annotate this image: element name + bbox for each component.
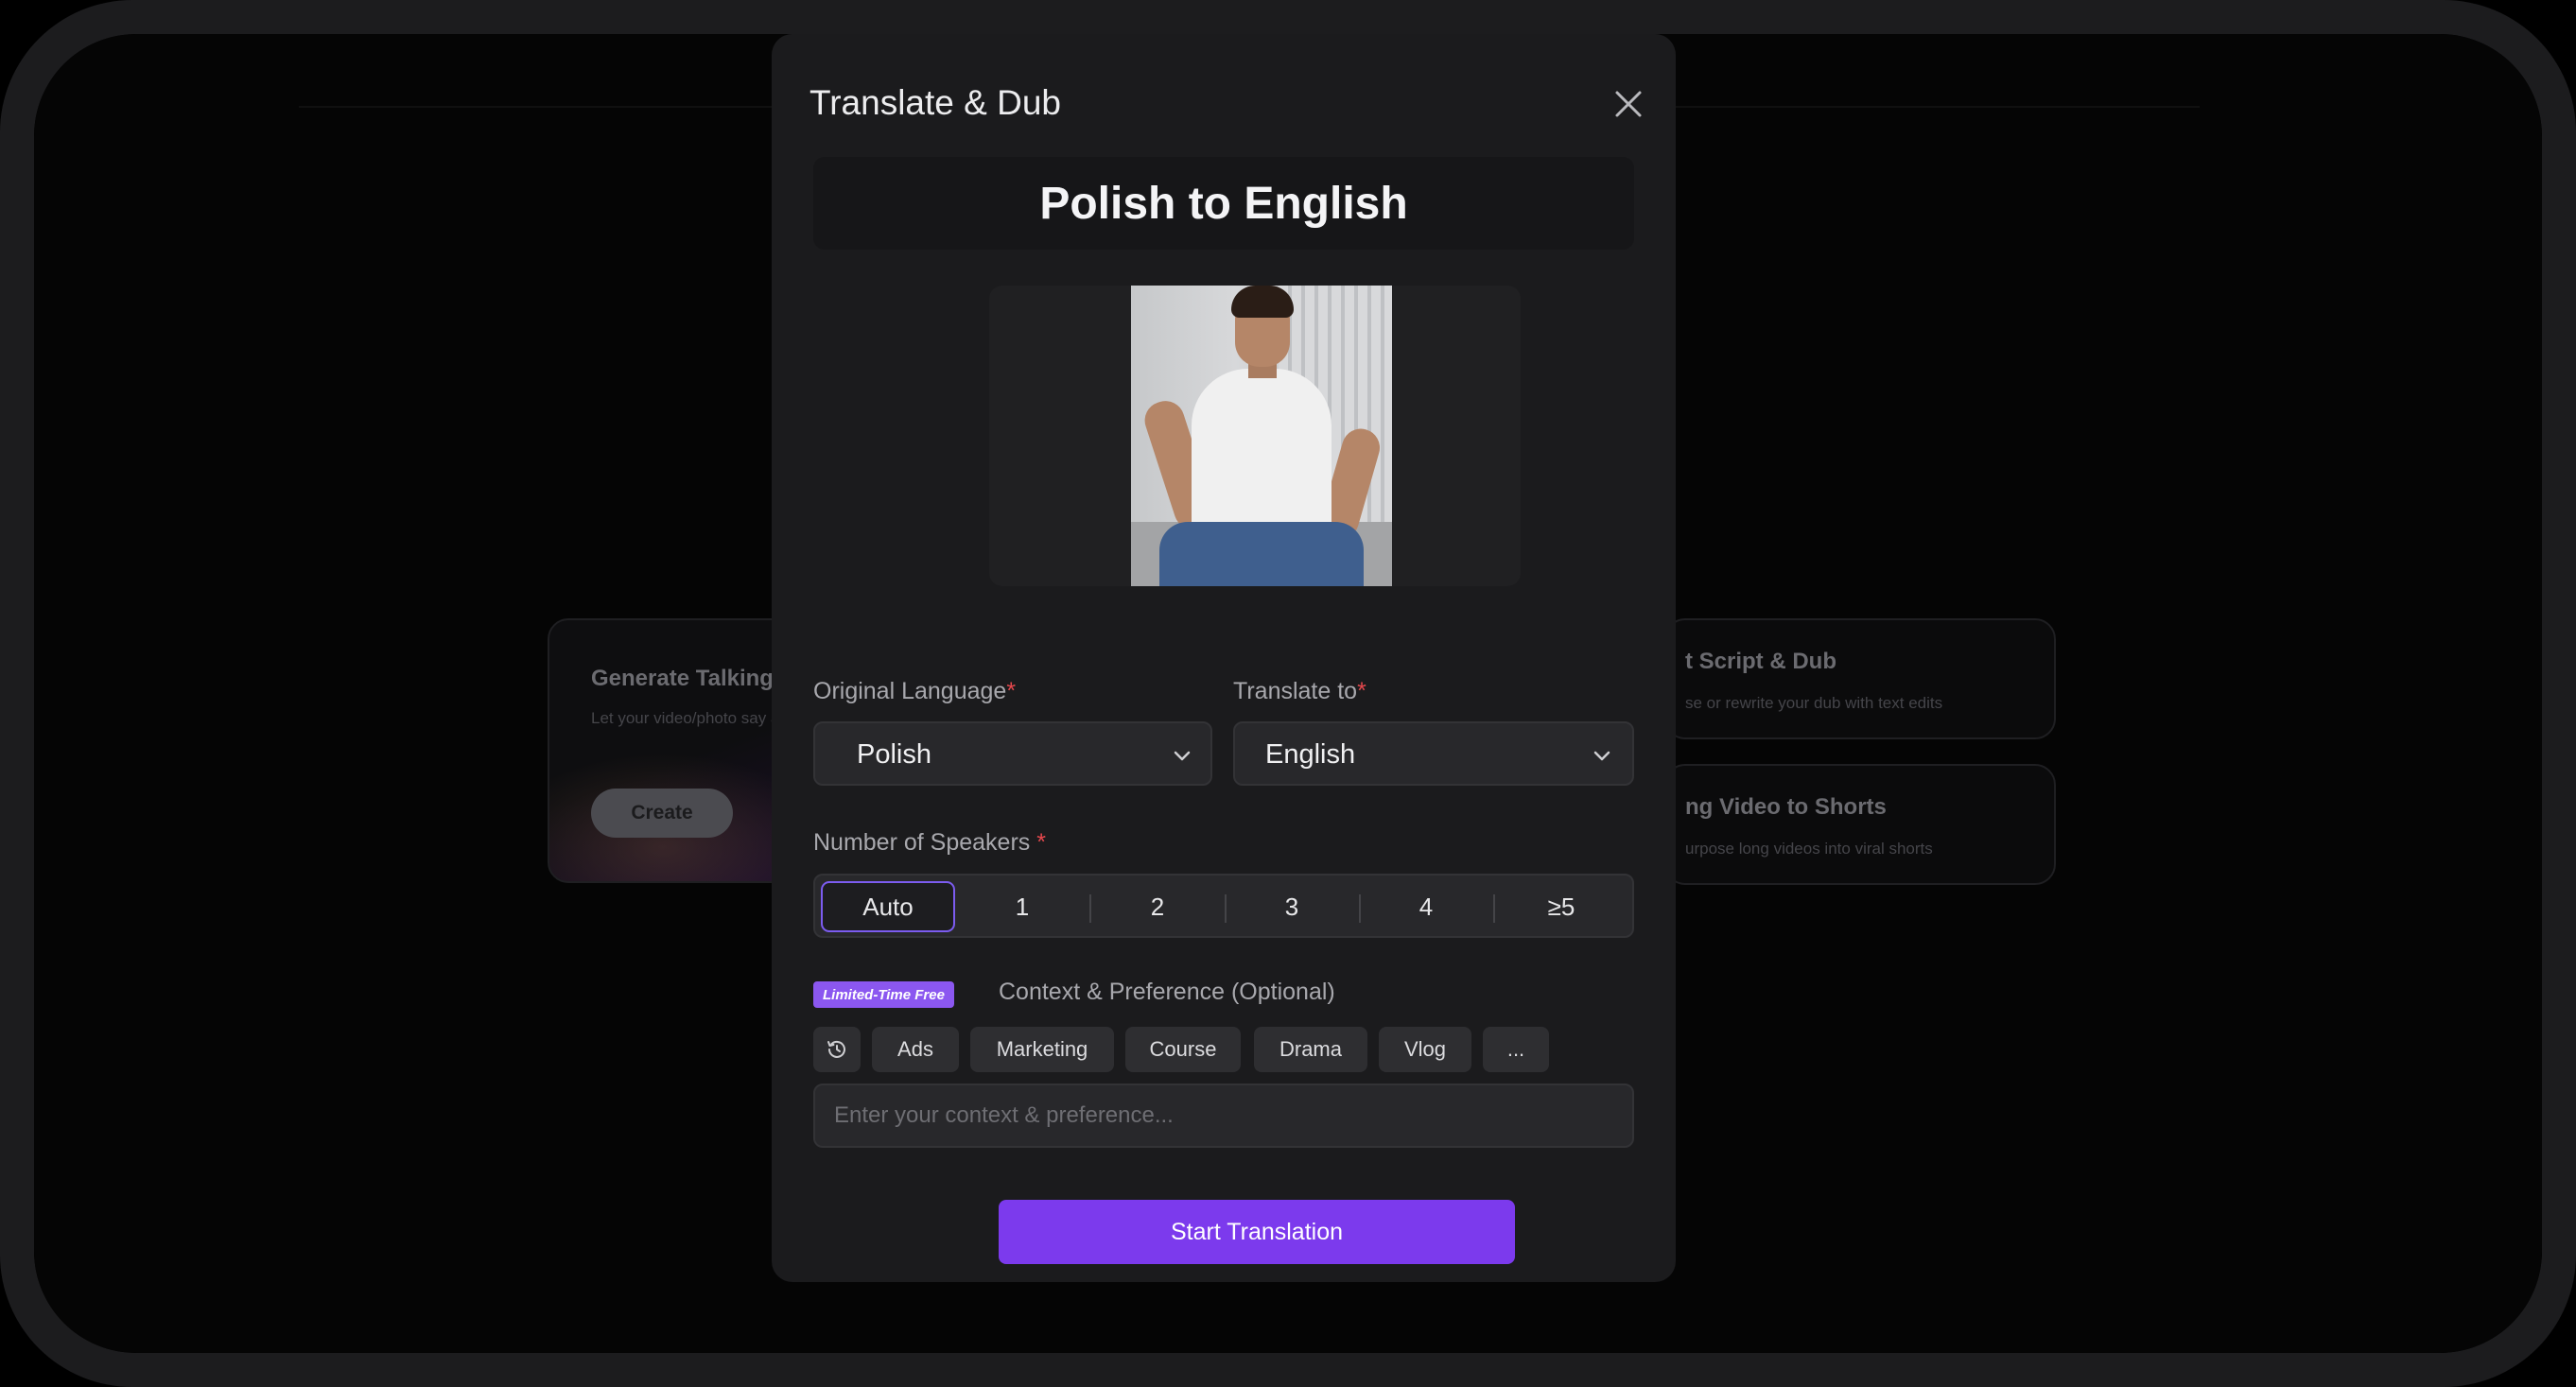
speaker-option-2[interactable]: 2	[1090, 881, 1225, 932]
preview-thumbnail	[1131, 286, 1392, 586]
context-label: Context & Preference (Optional)	[999, 979, 1335, 1005]
translate-to-select[interactable]: English	[1233, 721, 1634, 786]
speaker-option-5-plus[interactable]: ≥5	[1494, 881, 1628, 932]
original-language-value: Polish	[857, 739, 931, 770]
close-icon	[1615, 91, 1642, 117]
bg-card-script-dub[interactable]: t Script & Dub se or rewrite your dub wi…	[1664, 618, 2056, 739]
translate-to-label: Translate to*	[1233, 678, 1366, 704]
speaker-option-3[interactable]: 3	[1225, 881, 1359, 932]
chip-vlog[interactable]: Vlog	[1379, 1027, 1471, 1072]
original-language-select[interactable]: Polish	[813, 721, 1212, 786]
speaker-option-4[interactable]: 4	[1359, 881, 1493, 932]
language-pair-header: Polish to English	[813, 157, 1634, 250]
bg-card-title: ng Video to Shorts	[1685, 794, 1887, 820]
original-language-label: Original Language*	[813, 678, 1017, 704]
translate-to-value: English	[1265, 739, 1356, 770]
chip-more[interactable]: ...	[1483, 1027, 1549, 1072]
bg-card-video-to-shorts[interactable]: ng Video to Shorts urpose long videos in…	[1664, 764, 2056, 885]
bg-card-title: t Script & Dub	[1685, 649, 1836, 674]
language-pair-title: Polish to English	[1039, 178, 1408, 229]
chevron-down-icon	[1593, 751, 1610, 761]
create-button[interactable]: Create	[591, 789, 733, 838]
history-button[interactable]	[813, 1027, 861, 1072]
chevron-down-icon	[1174, 751, 1191, 761]
speakers-label: Number of Speakers *	[813, 829, 1046, 856]
bg-card-subtitle: Let your video/photo say an	[591, 709, 789, 727]
bg-card-subtitle: urpose long videos into viral shorts	[1685, 840, 1933, 858]
speaker-option-1[interactable]: 1	[955, 881, 1089, 932]
chip-drama[interactable]: Drama	[1254, 1027, 1367, 1072]
bg-card-title: Generate Talking Vi	[591, 666, 801, 691]
context-input[interactable]	[813, 1084, 1634, 1148]
translate-dub-modal: Translate & Dub Polish to English Origin…	[772, 34, 1676, 1282]
modal-title: Translate & Dub	[809, 83, 1061, 122]
history-icon	[827, 1040, 845, 1058]
speakers-selector: Auto 1 2 3 4 ≥5	[813, 874, 1634, 938]
chip-marketing[interactable]: Marketing	[970, 1027, 1114, 1072]
bg-card-subtitle: se or rewrite your dub with text edits	[1685, 694, 1943, 712]
required-mark: *	[1036, 829, 1046, 856]
limited-time-free-badge: Limited-Time Free	[813, 981, 954, 1008]
start-translation-button[interactable]: Start Translation	[999, 1200, 1515, 1264]
chip-ads[interactable]: Ads	[872, 1027, 959, 1072]
required-mark: *	[1006, 678, 1017, 704]
required-mark: *	[1357, 678, 1366, 704]
chip-course[interactable]: Course	[1125, 1027, 1241, 1072]
close-button[interactable]	[1609, 84, 1648, 124]
speaker-option-auto[interactable]: Auto	[821, 881, 955, 932]
video-preview	[989, 286, 1521, 586]
